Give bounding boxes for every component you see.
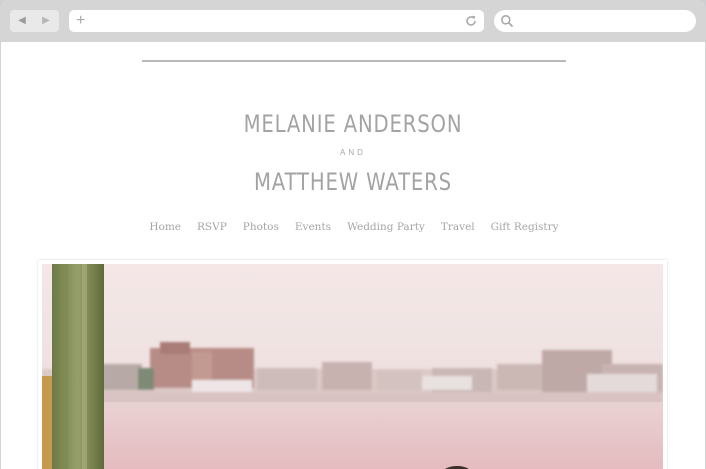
nav-home[interactable]: Home	[149, 221, 181, 233]
browser-window: ◀ ▶ + MELANIE ANDERSON AND MATTHEW WATER…	[0, 0, 706, 469]
nav-gift-registry[interactable]: Gift Registry	[491, 221, 559, 233]
search-icon	[501, 15, 514, 28]
couple-name-1: MELANIE ANDERSON	[243, 110, 463, 138]
address-bar[interactable]: +	[69, 10, 484, 32]
hero-photo-frame	[38, 260, 667, 469]
nav-travel[interactable]: Travel	[441, 221, 475, 233]
nav-photos[interactable]: Photos	[243, 221, 279, 233]
reload-icon[interactable]	[464, 14, 478, 28]
nav-wedding-party[interactable]: Wedding Party	[347, 221, 425, 233]
history-buttons: ◀ ▶	[10, 10, 59, 32]
couple-name-2: MATTHEW WATERS	[254, 168, 452, 196]
nav-events[interactable]: Events	[295, 221, 331, 233]
site-navigation: Home RSVP Photos Events Wedding Party Tr…	[1, 221, 705, 233]
search-field[interactable]	[494, 10, 696, 32]
forward-arrow-icon[interactable]: ▶	[34, 10, 58, 32]
header-divider	[142, 60, 566, 62]
hero-photo	[42, 264, 663, 469]
plus-icon[interactable]: +	[76, 10, 85, 32]
web-page: MELANIE ANDERSON AND MATTHEW WATERS Home…	[1, 42, 705, 469]
browser-toolbar: ◀ ▶ +	[0, 0, 706, 42]
harbor-scene-image	[42, 264, 663, 469]
nav-rsvp[interactable]: RSVP	[197, 221, 227, 233]
and-connector: AND	[340, 148, 366, 157]
back-arrow-icon[interactable]: ◀	[10, 10, 34, 32]
